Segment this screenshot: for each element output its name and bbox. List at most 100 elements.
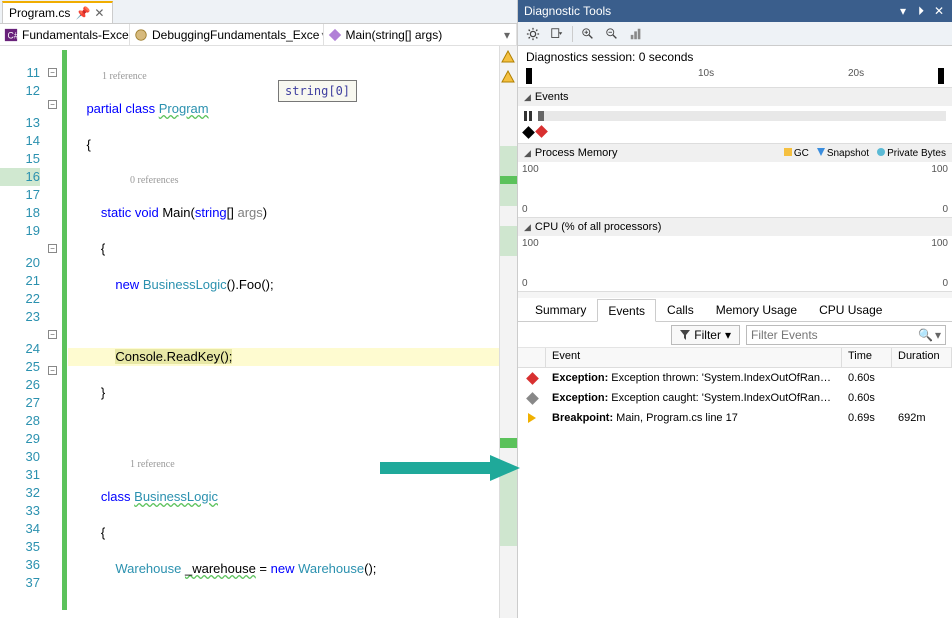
document-tab[interactable]: Program.cs 📌 ✕: [2, 1, 113, 23]
zoom-in-button[interactable]: [577, 24, 599, 44]
filter-events-input[interactable]: [751, 328, 918, 342]
tab-calls[interactable]: Calls: [656, 298, 705, 321]
exception-marker-icon[interactable]: [535, 125, 548, 138]
csharp-project-icon: C#: [4, 28, 18, 42]
select-tools-button[interactable]: [546, 24, 568, 44]
col-duration[interactable]: Duration: [892, 348, 952, 367]
events-section-header[interactable]: ◢ Events: [518, 88, 952, 106]
memory-section: ◢ Process Memory GC Snapshot Private Byt…: [518, 144, 952, 218]
section-title: CPU (% of all processors): [535, 221, 662, 233]
collapse-icon: ◢: [524, 222, 531, 233]
break-events-track[interactable]: [538, 111, 946, 121]
reset-view-button[interactable]: [625, 24, 647, 44]
code-editor-pane: Program.cs 📌 ✕ C# Fundamentals-Exce ▾ De…: [0, 0, 518, 618]
collapse-icon: ◢: [524, 148, 531, 159]
memory-legend: GC Snapshot Private Bytes: [784, 148, 946, 159]
intellitrace-track[interactable]: [537, 127, 946, 137]
window-position-icon[interactable]: ▾: [896, 4, 910, 19]
select-icon: [550, 27, 564, 41]
nav-class-label: DebuggingFundamentals_Exce: [152, 28, 319, 42]
document-tab-bar: Program.cs 📌 ✕: [0, 0, 517, 24]
outline-toggle[interactable]: −: [48, 100, 57, 109]
events-filter-row: Filter ▾ 🔍 ▾: [518, 322, 952, 348]
detail-tabs: Summary Events Calls Memory Usage CPU Us…: [518, 298, 952, 322]
table-row[interactable]: Exception: Exception thrown: 'System.Ind…: [518, 368, 952, 388]
tab-events[interactable]: Events: [597, 299, 656, 322]
zoom-out-icon: [605, 27, 619, 41]
code-content[interactable]: 1 reference partial class Program { 0 re…: [68, 46, 499, 618]
collapse-icon: ◢: [524, 92, 531, 103]
outline-toggle[interactable]: −: [48, 68, 57, 77]
pin-icon[interactable]: ⏵: [914, 4, 928, 19]
panel-title: Diagnostic Tools: [524, 4, 896, 18]
cpu-chart[interactable]: 100 100 0 0: [518, 236, 952, 292]
outline-toggle[interactable]: −: [48, 366, 57, 375]
section-title: Events: [535, 91, 569, 103]
snapshot-marker-icon: [817, 148, 825, 156]
session-label: Diagnostics session: 0 seconds: [518, 46, 952, 68]
memory-section-header[interactable]: ◢ Process Memory GC Snapshot Private Byt…: [518, 144, 952, 162]
chevron-down-icon[interactable]: ▾: [935, 328, 941, 342]
zoom-in-icon: [581, 27, 595, 41]
method-icon: [328, 28, 342, 42]
annotation-arrow: [380, 455, 520, 481]
nav-class-dropdown[interactable]: DebuggingFundamentals_Exce ▾: [130, 24, 324, 45]
timeline-ruler[interactable]: 10s 20s: [518, 68, 952, 88]
overview-ruler[interactable]: [499, 46, 517, 618]
chevron-down-icon: ▾: [725, 328, 731, 342]
diagnostic-tools-titlebar: Diagnostic Tools ▾ ⏵ ✕: [518, 0, 952, 22]
gear-icon: [526, 27, 540, 41]
warning-icon: [501, 70, 515, 84]
timeline-end-marker: [938, 68, 944, 84]
section-title: Process Memory: [535, 147, 618, 159]
search-icon[interactable]: 🔍: [918, 328, 933, 342]
zoom-out-button[interactable]: [601, 24, 623, 44]
timeline-tick: 20s: [848, 68, 864, 79]
outline-toggle[interactable]: −: [48, 244, 57, 253]
parameter-info-tooltip: string[0]: [278, 80, 357, 102]
private-bytes-marker-icon: [877, 148, 885, 156]
codelens-references[interactable]: 0 references: [68, 172, 499, 186]
pin-icon[interactable]: 📌: [76, 6, 90, 20]
exception-thrown-icon: [526, 372, 539, 385]
outline-toggle[interactable]: −: [48, 330, 57, 339]
table-row[interactable]: Exception: Exception caught: 'System.Ind…: [518, 388, 952, 408]
events-table: Event Time Duration Exception: Exception…: [518, 348, 952, 618]
nav-project-dropdown[interactable]: C# Fundamentals-Exce ▾: [0, 24, 130, 45]
timeline-tick: 10s: [698, 68, 714, 79]
navigation-dropdown-bar: C# Fundamentals-Exce ▾ DebuggingFundamen…: [0, 24, 517, 46]
events-table-header: Event Time Duration: [518, 348, 952, 368]
table-row[interactable]: Breakpoint: Main, Program.cs line 17 0.6…: [518, 408, 952, 428]
line-number-gutter: 1112 13141516171819 20212223 24252627282…: [0, 46, 48, 618]
events-section: ◢ Events: [518, 88, 952, 144]
settings-button[interactable]: [522, 24, 544, 44]
tab-cpu-usage[interactable]: CPU Usage: [808, 298, 893, 321]
tab-memory-usage[interactable]: Memory Usage: [705, 298, 808, 321]
col-time[interactable]: Time: [842, 348, 892, 367]
diagnostic-toolbar: [518, 22, 952, 46]
exception-caught-icon: [526, 392, 539, 405]
nav-method-dropdown[interactable]: Main(string[] args) ▾: [324, 24, 518, 45]
intellitrace-icon: [522, 126, 535, 139]
outline-bar: − − − − −: [48, 46, 62, 618]
filter-button[interactable]: Filter ▾: [671, 325, 740, 345]
nav-method-label: Main(string[] args): [346, 28, 443, 42]
svg-text:C#: C#: [8, 30, 19, 40]
diagnostic-tools-pane: Diagnostic Tools ▾ ⏵ ✕ Diagnostics sessi…: [518, 0, 952, 618]
chart-icon: [629, 27, 643, 41]
editor-area[interactable]: 1112 13141516171819 20212223 24252627282…: [0, 46, 517, 618]
tab-summary[interactable]: Summary: [524, 298, 597, 321]
cpu-section-header[interactable]: ◢ CPU (% of all processors): [518, 218, 952, 236]
breakpoint-hit-icon: [528, 413, 536, 423]
timeline-start-marker: [526, 68, 532, 84]
close-icon[interactable]: ✕: [932, 4, 946, 19]
filter-input-wrap: 🔍 ▾: [746, 325, 946, 345]
filter-icon: [680, 330, 690, 340]
class-icon: [134, 28, 148, 42]
chevron-down-icon: ▾: [502, 28, 512, 42]
close-icon[interactable]: ✕: [92, 6, 106, 20]
warning-icon: [501, 50, 515, 64]
gc-marker-icon: [784, 148, 792, 156]
memory-chart[interactable]: 100 100 0 0: [518, 162, 952, 218]
col-event[interactable]: Event: [546, 348, 842, 367]
